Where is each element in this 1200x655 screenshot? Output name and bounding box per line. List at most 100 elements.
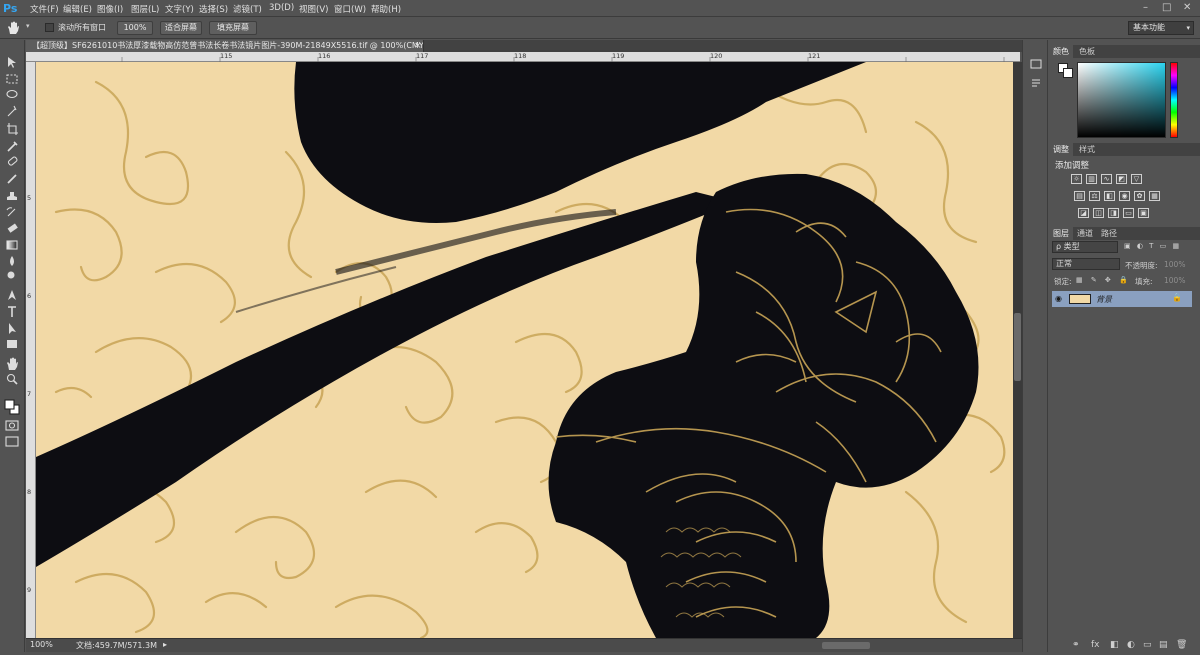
tool-preset-dropdown-icon[interactable]: ▾	[26, 22, 30, 30]
path-select-icon[interactable]	[9, 323, 16, 334]
gradient-icon[interactable]	[6, 240, 18, 250]
history-brush-icon[interactable]	[6, 207, 16, 217]
new-adjustment-icon[interactable]: ◐	[1127, 640, 1135, 650]
tab-adjustments[interactable]: 调整	[1049, 143, 1073, 156]
tab-paths[interactable]: 路径	[1097, 227, 1121, 240]
tab-channels[interactable]: 通道	[1073, 227, 1097, 240]
restore-button[interactable]: □	[1162, 2, 1171, 13]
healing-icon[interactable]	[7, 156, 18, 166]
close-document-icon[interactable]: ×	[414, 40, 422, 52]
horizontal-scroll-thumb[interactable]	[822, 642, 870, 649]
color-panel-background-swatch[interactable]	[1063, 68, 1073, 78]
workspace-select[interactable]: 基本功能 ▾	[1128, 21, 1194, 35]
status-menu-arrow-icon[interactable]: ▸	[163, 640, 167, 649]
opacity-value[interactable]: 100%	[1164, 260, 1185, 269]
document-tab[interactable]: 【超顶级】SF6261010书法厚漆载物高仿范曾书法长卷书法镜片图片-390M-…	[26, 40, 424, 52]
vibrance-adjustment-icon[interactable]: ▽	[1131, 174, 1142, 184]
scroll-all-label: 滚动所有窗口	[58, 23, 106, 32]
quick-mask-icon[interactable]	[5, 420, 19, 431]
tab-layers[interactable]: 图层	[1049, 227, 1073, 240]
eye-visibility-icon[interactable]: ◉	[1055, 294, 1062, 303]
menu-file[interactable]: 文件(F)	[30, 3, 59, 15]
blend-mode-select[interactable]: 正常	[1052, 258, 1120, 270]
screen-mode-icon[interactable]	[5, 436, 19, 447]
menu-filter[interactable]: 滤镜(T)	[233, 3, 262, 15]
layer-filter-icons[interactable]: ▣ ◐ T ▭ ▦	[1124, 242, 1181, 250]
photo-filter-adjustment-icon[interactable]: ◉	[1119, 191, 1130, 201]
tab-styles[interactable]: 样式	[1075, 143, 1099, 156]
lock-icons[interactable]: ▦ ✎ ✥ 🔒	[1076, 276, 1131, 284]
menu-bar: Ps 文件(F) 编辑(E) 图像(I) 图层(L) 文字(Y) 选择(S) 滤…	[0, 0, 1200, 17]
type-icon[interactable]	[8, 306, 16, 317]
menu-edit[interactable]: 编辑(E)	[63, 3, 92, 15]
vertical-scroll-thumb[interactable]	[1014, 313, 1021, 381]
eyedropper-icon[interactable]	[7, 141, 18, 152]
menu-3d[interactable]: 3D(D)	[269, 3, 294, 13]
hand-tool-icon[interactable]	[6, 21, 20, 35]
menu-type[interactable]: 文字(Y)	[165, 3, 194, 15]
levels-adjustment-icon[interactable]: ▥	[1086, 174, 1097, 184]
lasso-icon[interactable]	[6, 89, 18, 99]
document-canvas[interactable]	[36, 62, 1013, 638]
threshold-adjustment-icon[interactable]: ◨	[1108, 208, 1119, 218]
minimize-button[interactable]: –	[1143, 2, 1148, 13]
status-zoom[interactable]: 100%	[30, 640, 53, 649]
color-lookup-adjustment-icon[interactable]: ▦	[1149, 191, 1160, 201]
menu-window[interactable]: 窗口(W)	[334, 3, 366, 15]
crop-icon[interactable]	[7, 123, 18, 135]
pen-icon[interactable]	[8, 290, 16, 300]
black-white-adjustment-icon[interactable]: ◧	[1104, 191, 1115, 201]
menu-select[interactable]: 选择(S)	[199, 3, 228, 15]
properties-panel-icon[interactable]	[1032, 79, 1040, 87]
add-mask-icon[interactable]: ◧	[1110, 640, 1119, 650]
hue-saturation-adjustment-icon[interactable]: ▤	[1074, 191, 1085, 201]
stamp-icon[interactable]	[7, 192, 17, 200]
blur-icon[interactable]	[10, 256, 14, 266]
brush-icon[interactable]	[7, 174, 17, 184]
hand-icon[interactable]	[7, 357, 18, 371]
tab-color[interactable]: 颜色	[1049, 45, 1073, 58]
chevron-down-icon: ▾	[1186, 24, 1190, 32]
new-layer-icon[interactable]: ▤	[1159, 640, 1168, 650]
fit-screen-button[interactable]: 适合屏幕	[160, 21, 202, 35]
layer-filter-select[interactable]: ρ 类型	[1052, 241, 1118, 253]
layer-thumbnail	[1069, 294, 1091, 304]
zoom-100-button[interactable]: 100%	[117, 21, 153, 35]
tab-swatches[interactable]: 色板	[1075, 45, 1099, 58]
marquee-icon[interactable]	[6, 74, 18, 84]
layer-style-icon[interactable]: fx	[1091, 640, 1100, 650]
zoom-icon[interactable]	[6, 373, 16, 383]
foreground-color-swatch[interactable]	[4, 399, 15, 410]
fill-value[interactable]: 100%	[1164, 276, 1185, 285]
menu-layer[interactable]: 图层(L)	[131, 3, 159, 15]
hue-slider[interactable]	[1170, 62, 1178, 138]
menu-view[interactable]: 视图(V)	[299, 3, 328, 15]
menu-image[interactable]: 图像(I)	[97, 3, 123, 15]
curves-adjustment-icon[interactable]: ∿	[1101, 174, 1112, 184]
history-panel-icon[interactable]	[1030, 59, 1042, 69]
brightness-adjustment-icon[interactable]: ☼	[1071, 174, 1082, 184]
fill-screen-button[interactable]: 填充屏幕	[209, 21, 257, 35]
selective-color-adjustment-icon[interactable]: ▣	[1138, 208, 1149, 218]
delete-layer-icon[interactable]: 🗑	[1176, 640, 1187, 650]
toolbox	[0, 40, 25, 652]
color-spectrum-field[interactable]	[1077, 62, 1166, 138]
move-icon[interactable]	[8, 57, 16, 68]
ruler-top: 115 116 117 118 119 120 121	[26, 52, 1020, 62]
quick-select-icon[interactable]	[7, 105, 17, 117]
shape-icon[interactable]	[7, 340, 17, 348]
invert-adjustment-icon[interactable]: ◪	[1078, 208, 1089, 218]
channel-mixer-adjustment-icon[interactable]: ✿	[1134, 191, 1145, 201]
posterize-adjustment-icon[interactable]: ◫	[1093, 208, 1104, 218]
eraser-icon[interactable]	[7, 223, 18, 233]
layer-name: 背景	[1096, 295, 1112, 304]
dodge-icon[interactable]	[7, 271, 15, 279]
link-layers-icon[interactable]: ⚭	[1072, 640, 1080, 650]
exposure-adjustment-icon[interactable]: ◩	[1116, 174, 1127, 184]
new-group-icon[interactable]: ▭	[1143, 640, 1152, 650]
menu-help[interactable]: 帮助(H)	[371, 3, 401, 15]
color-balance-adjustment-icon[interactable]: ⚖	[1089, 191, 1100, 201]
close-window-button[interactable]: ✕	[1183, 2, 1191, 13]
gradient-map-adjustment-icon[interactable]: ▭	[1123, 208, 1134, 218]
scroll-all-checkbox[interactable]	[45, 23, 54, 32]
